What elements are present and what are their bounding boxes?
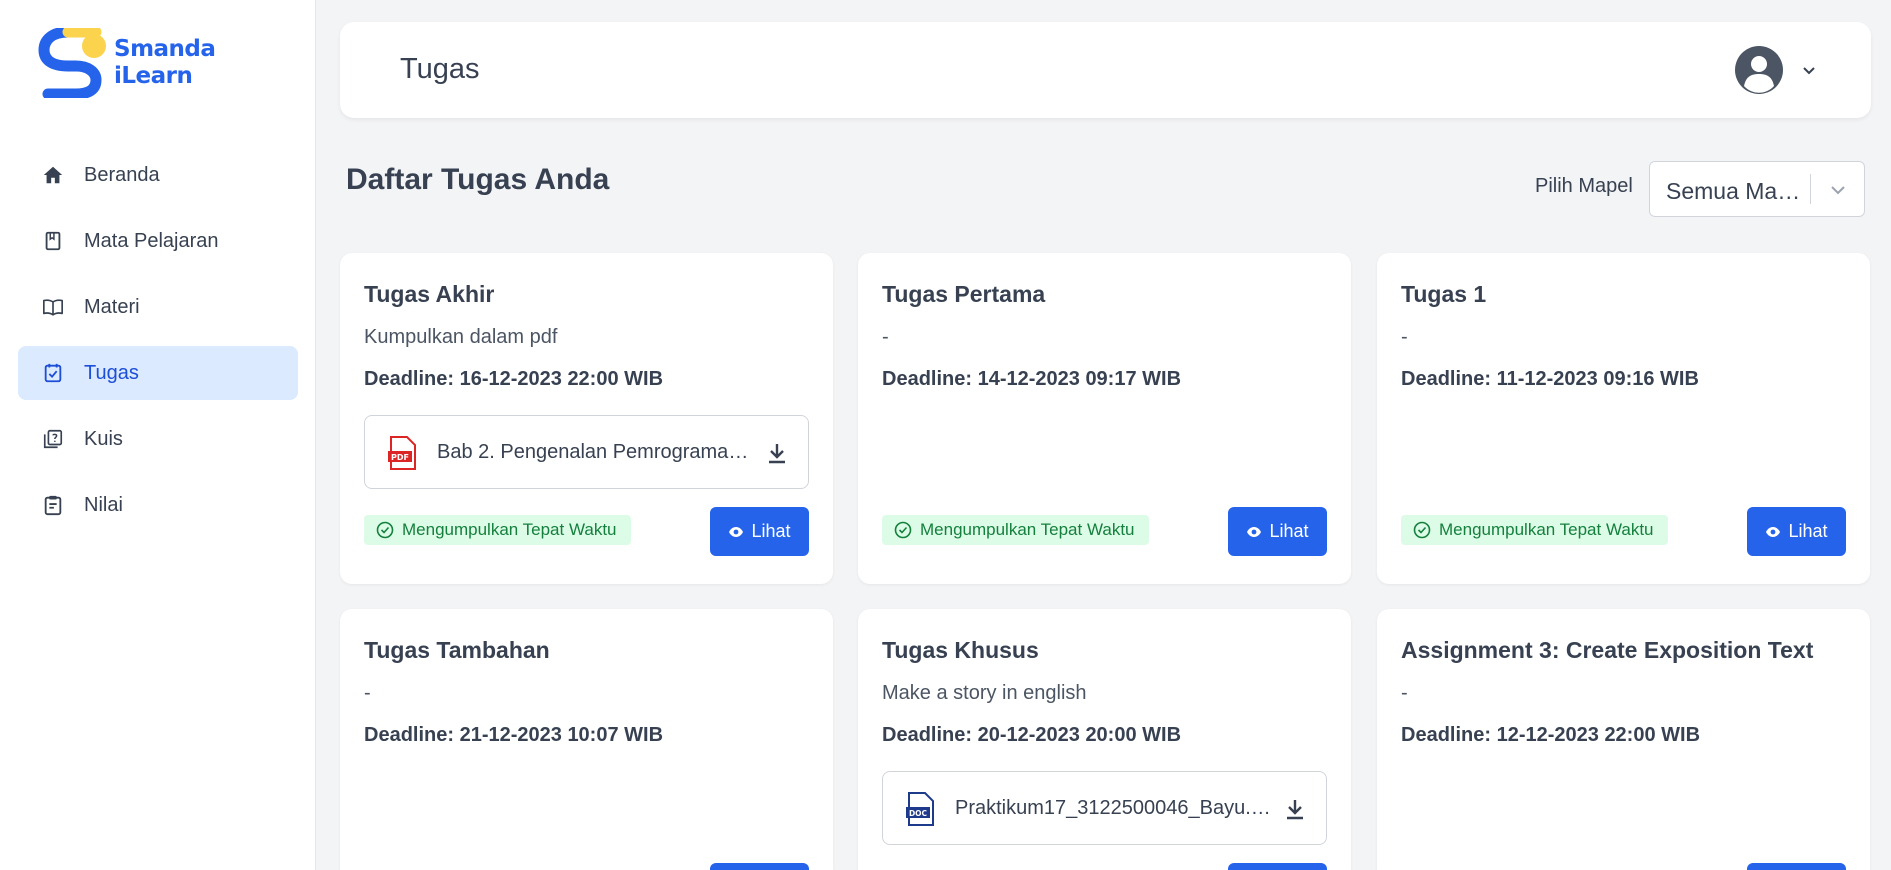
assignment-title: Tugas 1 xyxy=(1401,281,1487,307)
sidebar-item-label: Mata Pelajaran xyxy=(84,229,219,252)
status-badge: Mengumpulkan Tepat Waktu xyxy=(882,515,1149,545)
view-button[interactable]: Lihat xyxy=(1747,507,1846,556)
home-icon xyxy=(42,164,64,186)
assignment-description: - xyxy=(882,326,889,348)
check-circle-icon xyxy=(894,521,912,539)
status-badge: Mengumpulkan Tepat Waktu xyxy=(1401,515,1668,545)
check-circle-icon xyxy=(376,521,394,539)
assignment-description: - xyxy=(364,682,371,704)
status-label: Mengumpulkan Tepat Waktu xyxy=(920,520,1135,539)
assignment-title: Tugas Akhir xyxy=(364,281,495,307)
status-label: Mengumpulkan Tepat Waktu xyxy=(402,520,617,539)
page-title: Tugas xyxy=(400,53,480,85)
top-header: Tugas xyxy=(340,22,1871,118)
sidebar-item-label: Kuis xyxy=(84,427,123,450)
brand-line-2: iLearn xyxy=(114,63,193,89)
view-button-label: Lihat xyxy=(751,521,791,541)
assignment-card: Tugas Tambahan - Deadline: 21-12-2023 10… xyxy=(340,609,833,870)
view-button-label: Lihat xyxy=(1788,521,1828,541)
check-circle-icon xyxy=(1413,521,1431,539)
assignment-description: - xyxy=(1401,682,1408,704)
subject-select-value: Semua Mata Pelajaran xyxy=(1666,178,1802,204)
file-type-label: DOC xyxy=(909,809,928,818)
pdf-file-icon: PDF xyxy=(388,436,416,470)
eye-icon xyxy=(1247,526,1262,537)
view-button[interactable]: Lihat xyxy=(710,507,809,556)
logo-icon xyxy=(38,28,106,98)
assignment-deadline: Deadline: 11-12-2023 09:16 WIB xyxy=(1401,368,1699,390)
open-book-icon xyxy=(42,296,64,318)
sidebar-item-mata-pelajaran[interactable]: Mata Pelajaran xyxy=(18,214,298,268)
assignment-card: Tugas 1 - Deadline: 11-12-2023 09:16 WIB… xyxy=(1377,253,1870,584)
grade-clipboard-icon xyxy=(42,494,64,516)
select-divider xyxy=(1810,174,1811,204)
assignment-description: Kumpulkan dalam pdf xyxy=(364,326,558,348)
section-heading: Daftar Tugas Anda xyxy=(346,163,610,196)
view-button[interactable] xyxy=(1747,863,1846,870)
sidebar-item-materi[interactable]: Materi xyxy=(18,280,298,334)
quiz-icon xyxy=(42,428,64,450)
assignment-card: Tugas Akhir Kumpulkan dalam pdf Deadline… xyxy=(340,253,833,584)
assignment-deadline: Deadline: 14-12-2023 09:17 WIB xyxy=(882,368,1182,390)
view-button-label: Lihat xyxy=(1269,521,1309,541)
assignment-description: Make a story in english xyxy=(882,682,1087,704)
attachment-name: Praktikum17_3122500046_Bayu.docx xyxy=(955,797,1275,819)
sidebar-nav: Beranda Mata Pelajaran Materi Tugas Kuis xyxy=(18,148,298,544)
sidebar: Smanda iLearn Beranda Mata Pelajaran Mat… xyxy=(0,0,316,870)
sidebar-item-label: Materi xyxy=(84,295,140,318)
sidebar-item-label: Nilai xyxy=(84,493,123,516)
download-icon[interactable] xyxy=(766,442,788,464)
doc-file-icon: DOC xyxy=(906,792,934,826)
assignment-title: Tugas Pertama xyxy=(882,281,1046,307)
chevron-down-icon[interactable] xyxy=(1801,62,1817,78)
assignment-card: Tugas Pertama - Deadline: 14-12-2023 09:… xyxy=(858,253,1351,584)
logo[interactable]: Smanda iLearn xyxy=(38,28,216,98)
brand-line-1: Smanda xyxy=(114,36,216,62)
assignment-deadline: Deadline: 21-12-2023 10:07 WIB xyxy=(364,724,664,746)
assignment-card: Tugas Khusus Make a story in english Dea… xyxy=(858,609,1351,870)
view-button[interactable] xyxy=(710,863,809,870)
user-avatar-icon[interactable] xyxy=(1735,46,1783,94)
subject-select[interactable]: Semua Mata Pelajaran xyxy=(1649,161,1865,217)
assignment-title: Assignment 3: Create Exposition Text xyxy=(1401,637,1814,663)
download-icon[interactable] xyxy=(1284,798,1306,820)
chevron-down-icon[interactable] xyxy=(1828,180,1848,200)
sidebar-item-tugas[interactable]: Tugas xyxy=(18,346,298,400)
assignment-title: Tugas Tambahan xyxy=(364,637,550,663)
sidebar-item-nilai[interactable]: Nilai xyxy=(18,478,298,532)
eye-icon xyxy=(729,526,744,537)
filter-label: Pilih Mapel xyxy=(1535,175,1633,197)
assignment-deadline: Deadline: 20-12-2023 20:00 WIB xyxy=(882,724,1182,746)
attachment[interactable]: DOC Praktikum17_3122500046_Bayu.docx xyxy=(882,771,1327,845)
sidebar-item-beranda[interactable]: Beranda xyxy=(18,148,298,202)
assignment-card: Assignment 3: Create Exposition Text - D… xyxy=(1377,609,1870,870)
view-button[interactable] xyxy=(1228,863,1327,870)
clipboard-check-icon xyxy=(42,362,64,384)
status-badge: Mengumpulkan Tepat Waktu xyxy=(364,515,631,545)
assignment-deadline: Deadline: 16-12-2023 22:00 WIB xyxy=(364,368,664,390)
attachment[interactable]: PDF Bab 2. Pengenalan Pemrograman.pdf xyxy=(364,415,809,489)
eye-icon xyxy=(1766,526,1781,537)
assignment-title: Tugas Khusus xyxy=(882,637,1039,663)
sidebar-item-label: Beranda xyxy=(84,163,160,186)
sidebar-item-label: Tugas xyxy=(84,361,139,384)
assignment-description: - xyxy=(1401,326,1408,348)
file-type-label: PDF xyxy=(391,453,409,462)
assignment-deadline: Deadline: 12-12-2023 22:00 WIB xyxy=(1401,724,1701,746)
sidebar-item-kuis[interactable]: Kuis xyxy=(18,412,298,466)
attachment-name: Bab 2. Pengenalan Pemrograman.pdf xyxy=(437,441,757,463)
book-icon xyxy=(42,230,64,252)
view-button[interactable]: Lihat xyxy=(1228,507,1327,556)
status-label: Mengumpulkan Tepat Waktu xyxy=(1439,520,1654,539)
